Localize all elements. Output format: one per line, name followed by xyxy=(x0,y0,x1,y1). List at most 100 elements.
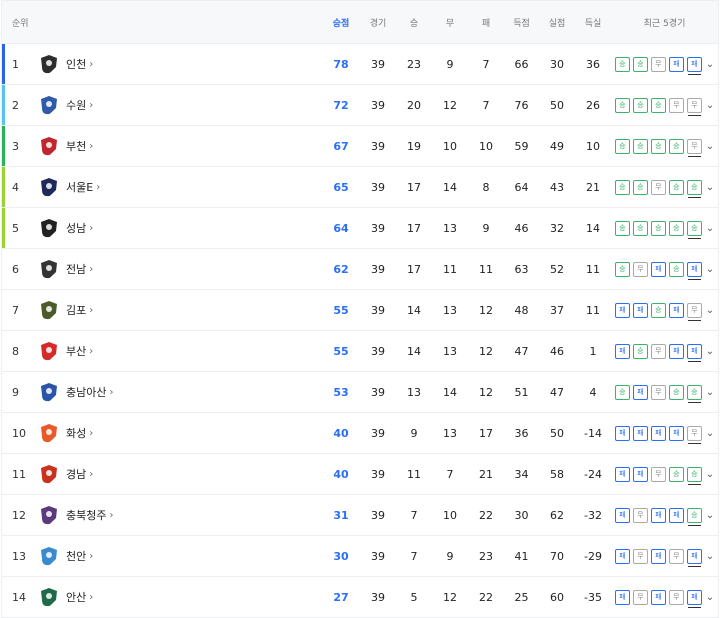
table-row[interactable]: 5 성남 › 64 39 17 13 9 46 32 14 승 승 승 승 승 ⌄ xyxy=(2,208,718,249)
team-cell[interactable]: 성남 › xyxy=(32,217,322,239)
team-cell[interactable]: 천안 › xyxy=(32,545,322,567)
team-name[interactable]: 화성 xyxy=(66,425,86,441)
chevron-down-icon[interactable]: ⌄ xyxy=(706,100,714,111)
team-cell[interactable]: 김포 › xyxy=(32,299,322,321)
team-cell[interactable]: 부천 › xyxy=(32,135,322,157)
team-name[interactable]: 안산 xyxy=(66,589,86,605)
chevron-down-icon[interactable]: ⌄ xyxy=(706,469,714,480)
team-cell[interactable]: 화성 › xyxy=(32,422,322,444)
form-badge: 패 xyxy=(650,425,666,441)
team-name[interactable]: 충남아산 xyxy=(66,384,106,400)
drawn: 10 xyxy=(443,139,457,153)
team-cell[interactable]: 전남 › xyxy=(32,258,322,280)
form-badge: 승 xyxy=(614,220,630,236)
team-name[interactable]: 수원 xyxy=(66,97,86,113)
drawn: 9 xyxy=(446,549,454,563)
chevron-down-icon[interactable]: ⌄ xyxy=(706,223,714,234)
rank: 7 xyxy=(12,303,19,317)
team-name[interactable]: 성남 xyxy=(66,220,86,236)
table-row[interactable]: 9 충남아산 › 53 39 13 14 12 51 47 4 승 패 무 승 승 ⌄ xyxy=(2,372,718,413)
team-logo-icon xyxy=(38,217,60,239)
team-name[interactable]: 충북청주 xyxy=(66,507,106,523)
won: 17 xyxy=(407,180,421,194)
chevron-right-icon: › xyxy=(89,427,94,439)
chevron-down-icon[interactable]: ⌄ xyxy=(706,141,714,152)
chevron-right-icon: › xyxy=(89,58,94,70)
goal-diff: -32 xyxy=(584,508,602,522)
goal-diff: 1 xyxy=(589,344,597,358)
goals-against: 46 xyxy=(550,344,564,358)
rank: 9 xyxy=(12,385,19,399)
goals-against: 30 xyxy=(550,57,564,71)
table-row[interactable]: 12 충북청주 › 31 39 7 10 22 30 62 -32 패 무 패 패 승 ⌄ xyxy=(2,495,718,536)
form-badge: 패 xyxy=(686,548,702,567)
chevron-down-icon[interactable]: ⌄ xyxy=(706,510,714,521)
table-row[interactable]: 10 화성 › 40 39 9 13 17 36 50 -14 패 패 패 패 무 ⌄ xyxy=(2,413,718,454)
table-row[interactable]: 13 천안 › 30 39 7 9 23 41 70 -29 패 무 패 무 패 ⌄ xyxy=(2,536,718,577)
chevron-down-icon[interactable]: ⌄ xyxy=(706,428,714,439)
team-name[interactable]: 김포 xyxy=(66,302,86,318)
won: 14 xyxy=(407,344,421,358)
form-badge: 승 xyxy=(686,179,702,198)
form-badge: 패 xyxy=(632,425,648,441)
table-row[interactable]: 1 인천 › 78 39 23 9 7 66 30 36 승 승 무 패 패 ⌄ xyxy=(2,44,718,85)
won: 19 xyxy=(407,139,421,153)
form-badge: 승 xyxy=(650,97,666,113)
drawn: 10 xyxy=(443,508,457,522)
points: 67 xyxy=(333,139,349,153)
team-name[interactable]: 천안 xyxy=(66,548,86,564)
table-row[interactable]: 2 수원 › 72 39 20 12 7 76 50 26 승 승 승 무 무 ⌄ xyxy=(2,85,718,126)
chevron-down-icon[interactable]: ⌄ xyxy=(706,59,714,70)
chevron-down-icon[interactable]: ⌄ xyxy=(706,387,714,398)
points: 55 xyxy=(333,303,349,317)
form-badge: 승 xyxy=(632,97,648,113)
team-cell[interactable]: 수원 › xyxy=(32,94,322,116)
team-logo-icon xyxy=(38,504,60,526)
team-name[interactable]: 경남 xyxy=(66,466,86,482)
header-recent-form: 최근 5경기 xyxy=(643,18,686,29)
team-name[interactable]: 부산 xyxy=(66,343,86,359)
table-row[interactable]: 4 서울E › 65 39 17 14 8 64 43 21 승 승 무 승 승 ⌄ xyxy=(2,167,718,208)
chevron-down-icon[interactable]: ⌄ xyxy=(706,551,714,562)
header-won: 승 xyxy=(409,18,419,29)
table-row[interactable]: 14 안산 › 27 39 5 12 22 25 60 -35 패 무 패 무 패 ⌄ xyxy=(2,577,718,618)
team-name[interactable]: 부천 xyxy=(66,138,86,154)
table-row[interactable]: 6 전남 › 62 39 17 11 11 63 52 11 승 무 패 승 패 ⌄ xyxy=(2,249,718,290)
table-row[interactable]: 7 김포 › 55 39 14 13 12 48 37 11 패 패 승 패 무 ⌄ xyxy=(2,290,718,331)
team-cell[interactable]: 부산 › xyxy=(32,340,322,362)
form-badge: 패 xyxy=(614,302,630,318)
chevron-down-icon[interactable]: ⌄ xyxy=(706,305,714,316)
form-badge: 승 xyxy=(614,97,630,113)
table-row[interactable]: 8 부산 › 55 39 14 13 12 47 46 1 패 승 무 패 패 ⌄ xyxy=(2,331,718,372)
rank: 3 xyxy=(12,139,19,153)
rank: 14 xyxy=(12,590,26,604)
form-badge: 승 xyxy=(614,179,630,195)
rank: 4 xyxy=(12,180,19,194)
team-name[interactable]: 전남 xyxy=(66,261,86,277)
team-name[interactable]: 인천 xyxy=(66,56,86,72)
team-cell[interactable]: 인천 › xyxy=(32,53,322,75)
form-badge: 승 xyxy=(668,179,684,195)
goals-for: 34 xyxy=(514,467,529,481)
goal-diff: -14 xyxy=(584,426,602,440)
table-row[interactable]: 3 부천 › 67 39 19 10 10 59 49 10 승 승 승 승 무 ⌄ xyxy=(2,126,718,167)
chevron-down-icon[interactable]: ⌄ xyxy=(706,592,714,603)
team-cell[interactable]: 서울E › xyxy=(32,176,322,198)
header-goals-against: 실점 xyxy=(548,18,566,29)
team-cell[interactable]: 경남 › xyxy=(32,463,322,485)
rank: 5 xyxy=(12,221,19,235)
form-badge: 무 xyxy=(650,179,666,195)
recent-form: 패 승 무 패 패 ⌄ xyxy=(611,343,718,362)
played: 39 xyxy=(371,221,385,235)
table-row[interactable]: 11 경남 › 40 39 11 7 21 34 58 -24 패 패 무 승 승 ⌄ xyxy=(2,454,718,495)
form-badge: 패 xyxy=(614,589,630,605)
team-cell[interactable]: 충북청주 › xyxy=(32,504,322,526)
team-name[interactable]: 서울E xyxy=(66,179,93,195)
points: 27 xyxy=(333,590,349,604)
goals-for: 48 xyxy=(514,303,529,317)
team-cell[interactable]: 충남아산 › xyxy=(32,381,322,403)
chevron-down-icon[interactable]: ⌄ xyxy=(706,346,714,357)
chevron-down-icon[interactable]: ⌄ xyxy=(706,182,714,193)
chevron-down-icon[interactable]: ⌄ xyxy=(706,264,714,275)
lost: 8 xyxy=(482,180,490,194)
